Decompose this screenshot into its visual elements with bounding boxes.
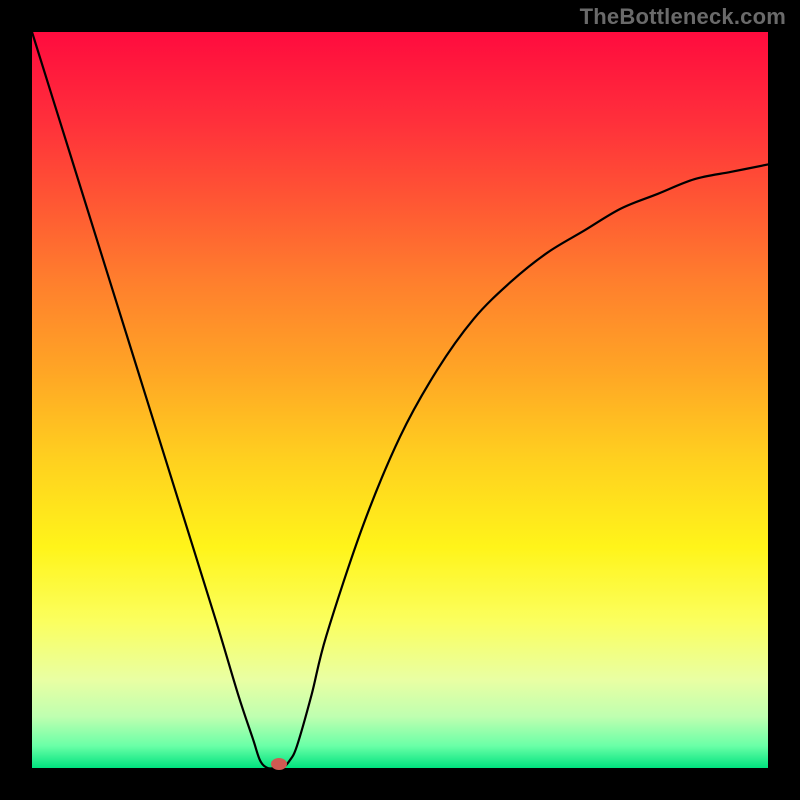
plot-area — [32, 32, 768, 768]
chart-frame: TheBottleneck.com — [0, 0, 800, 800]
bottleneck-curve — [32, 32, 768, 768]
curve-path — [32, 32, 768, 769]
optimum-marker — [271, 758, 287, 770]
watermark-label: TheBottleneck.com — [580, 4, 786, 30]
